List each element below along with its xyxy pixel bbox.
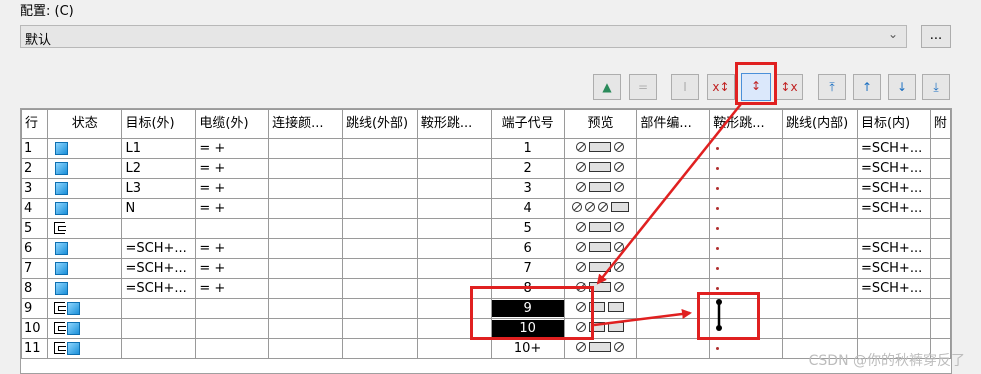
arrow-toolbar-to-terminal [596, 103, 742, 285]
annotation-arrows [593, 103, 742, 331]
watermark: CSDN @你的秋裤穿反了 [808, 353, 965, 369]
saddle-jumper-icon [716, 299, 722, 331]
arrow-terminal-to-jumper [593, 309, 692, 327]
